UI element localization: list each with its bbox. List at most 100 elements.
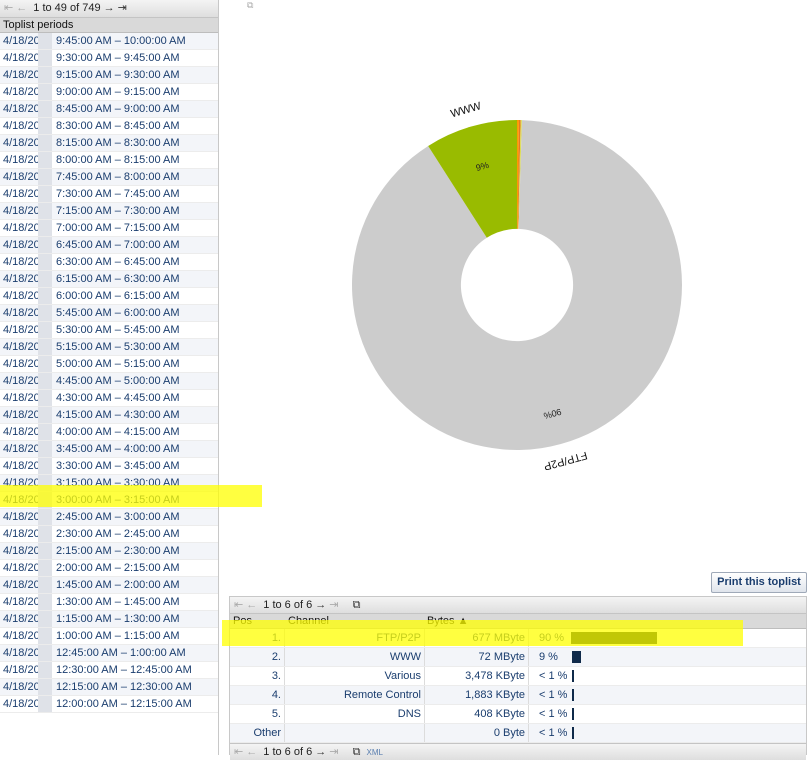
period-row[interactable]: 4/18/20 7:00:00 AM – 7:15:00 AM: [0, 220, 218, 237]
period-date: 4/18/20: [3, 188, 40, 200]
period-row[interactable]: 4/18/20 4:45:00 AM – 5:00:00 AM: [0, 373, 218, 390]
period-row[interactable]: 4/18/20 2:30:00 AM – 2:45:00 AM: [0, 526, 218, 543]
popout-icon[interactable]: ⧉: [353, 599, 361, 611]
period-row[interactable]: 4/18/20 9:30:00 AM – 9:45:00 AM: [0, 50, 218, 67]
period-row[interactable]: 4/18/20 8:30:00 AM – 8:45:00 AM: [0, 118, 218, 135]
period-row[interactable]: 4/18/20 6:45:00 AM – 7:00:00 AM: [0, 237, 218, 254]
period-row[interactable]: 4/18/20 4:00:00 AM – 4:15:00 AM: [0, 424, 218, 441]
popout-icon[interactable]: ⧉: [353, 746, 361, 758]
toplist-rows: 1.FTP/P2P677 MByte90 %2.WWW72 MByte9 %3.…: [230, 629, 806, 743]
toplist-range-text: 1 to 6 of 6: [263, 599, 313, 611]
period-time-range: 6:15:00 AM – 6:30:00 AM: [56, 273, 180, 285]
table-row[interactable]: Other 0 Byte < 1 %: [230, 724, 806, 743]
period-time-range: 6:45:00 AM – 7:00:00 AM: [56, 239, 180, 251]
period-row[interactable]: 4/18/20 2:00:00 AM – 2:15:00 AM: [0, 560, 218, 577]
period-date: 4/18/20: [3, 86, 40, 98]
period-row[interactable]: 4/18/20 9:00:00 AM – 9:15:00 AM: [0, 84, 218, 101]
pie-category-label: WWW: [449, 100, 483, 120]
next-page-icon[interactable]: →: [104, 2, 115, 14]
period-row[interactable]: 4/18/20 6:30:00 AM – 6:45:00 AM: [0, 254, 218, 271]
period-row[interactable]: 4/18/20 7:15:00 AM – 7:30:00 AM: [0, 203, 218, 220]
next-page-icon[interactable]: →: [315, 746, 326, 758]
period-time-range: 5:30:00 AM – 5:45:00 AM: [56, 324, 180, 336]
period-row[interactable]: 4/18/20 8:00:00 AM – 8:15:00 AM: [0, 152, 218, 169]
redaction-mask: [38, 220, 52, 236]
first-page-icon[interactable]: ⇤: [234, 599, 243, 611]
period-row[interactable]: 4/18/20 3:30:00 AM – 3:45:00 AM: [0, 458, 218, 475]
redaction-mask: [38, 441, 52, 457]
period-date: 4/18/20: [3, 664, 40, 676]
period-time-range: 8:00:00 AM – 8:15:00 AM: [56, 154, 180, 166]
prev-page-icon[interactable]: ←: [16, 2, 27, 14]
period-row[interactable]: 4/18/20 1:15:00 AM – 1:30:00 AM: [0, 611, 218, 628]
period-row[interactable]: 4/18/20 1:45:00 AM – 2:00:00 AM: [0, 577, 218, 594]
first-page-icon[interactable]: ⇤: [234, 746, 243, 758]
last-page-icon[interactable]: ⇥: [329, 599, 338, 611]
period-row[interactable]: 4/18/20 2:15:00 AM – 2:30:00 AM: [0, 543, 218, 560]
period-row[interactable]: 4/18/20 6:00:00 AM – 6:15:00 AM: [0, 288, 218, 305]
redaction-mask: [38, 577, 52, 593]
period-date: 4/18/20: [3, 409, 40, 421]
period-time-range: 7:00:00 AM – 7:15:00 AM: [56, 222, 180, 234]
last-page-icon[interactable]: ⇥: [118, 2, 127, 14]
period-time-range: 9:15:00 AM – 9:30:00 AM: [56, 69, 180, 81]
period-date: 4/18/20: [3, 579, 40, 591]
period-row[interactable]: 4/18/20 3:45:00 AM – 4:00:00 AM: [0, 441, 218, 458]
period-date: 4/18/20: [3, 171, 40, 183]
next-page-icon[interactable]: →: [315, 599, 326, 611]
period-row[interactable]: 4/18/20 7:45:00 AM – 8:00:00 AM: [0, 169, 218, 186]
period-row[interactable]: 4/18/20 5:45:00 AM – 6:00:00 AM: [0, 305, 218, 322]
period-time-range: 1:00:00 AM – 1:15:00 AM: [56, 630, 180, 642]
period-date: 4/18/20: [3, 205, 40, 217]
xml-export-link[interactable]: XML: [366, 748, 382, 757]
period-row[interactable]: 4/18/20 12:45:00 AM – 1:00:00 AM: [0, 645, 218, 662]
period-date: 4/18/20: [3, 290, 40, 302]
redaction-mask: [38, 237, 52, 253]
period-row[interactable]: 4/18/20 12:15:00 AM – 12:30:00 AM: [0, 679, 218, 696]
period-row[interactable]: 4/18/20 4:30:00 AM – 4:45:00 AM: [0, 390, 218, 407]
prev-page-icon[interactable]: ←: [246, 599, 257, 611]
last-page-icon[interactable]: ⇥: [329, 746, 338, 758]
first-page-icon[interactable]: ⇤: [4, 2, 13, 14]
table-row[interactable]: 5. DNS 408 KByte < 1 %: [230, 705, 806, 724]
period-time-range: 5:00:00 AM – 5:15:00 AM: [56, 358, 180, 370]
print-toplist-button[interactable]: Print this toplist: [711, 572, 807, 593]
popout-icon[interactable]: ⧉: [247, 0, 253, 11]
period-row[interactable]: 4/18/20 6:15:00 AM – 6:30:00 AM: [0, 271, 218, 288]
period-row[interactable]: 4/18/20 8:15:00 AM – 8:30:00 AM: [0, 135, 218, 152]
period-date: 4/18/20: [3, 647, 40, 659]
row-channel: DNS: [397, 708, 421, 720]
period-row[interactable]: 4/18/20 5:30:00 AM – 5:45:00 AM: [0, 322, 218, 339]
period-row[interactable]: 4/18/20 9:45:00 AM – 10:00:00 AM: [0, 33, 218, 50]
pie-category-label: FTP/P2P: [542, 449, 588, 472]
period-time-range: 4:15:00 AM – 4:30:00 AM: [56, 409, 180, 421]
period-row[interactable]: 4/18/20 1:30:00 AM – 1:45:00 AM: [0, 594, 218, 611]
period-date: 4/18/20: [3, 137, 40, 149]
table-row[interactable]: 3. Various 3,478 KByte < 1 %: [230, 667, 806, 686]
period-date: 4/18/20: [3, 239, 40, 251]
period-time-range: 9:30:00 AM – 9:45:00 AM: [56, 52, 180, 64]
period-row[interactable]: 4/18/20 5:00:00 AM – 5:15:00 AM: [0, 356, 218, 373]
prev-page-icon[interactable]: ←: [246, 746, 257, 758]
highlight-marker: [0, 485, 262, 507]
period-row[interactable]: 4/18/20 12:30:00 AM – 12:45:00 AM: [0, 662, 218, 679]
redaction-mask: [38, 407, 52, 423]
period-row[interactable]: 4/18/20 4:15:00 AM – 4:30:00 AM: [0, 407, 218, 424]
period-row[interactable]: 4/18/20 9:15:00 AM – 9:30:00 AM: [0, 67, 218, 84]
period-row[interactable]: 4/18/20 1:00:00 AM – 1:15:00 AM: [0, 628, 218, 645]
period-date: 4/18/20: [3, 324, 40, 336]
row-bytes: 72 MByte: [478, 651, 525, 663]
period-time-range: 3:45:00 AM – 4:00:00 AM: [56, 443, 180, 455]
period-row[interactable]: 4/18/20 5:15:00 AM – 5:30:00 AM: [0, 339, 218, 356]
period-date: 4/18/20: [3, 52, 40, 64]
table-row[interactable]: 2. WWW 72 MByte 9 %: [230, 648, 806, 667]
toplist-footer-pager: ⇤ ← 1 to 6 of 6 → ⇥ ⧉ XML: [230, 743, 806, 760]
period-time-range: 6:00:00 AM – 6:15:00 AM: [56, 290, 180, 302]
table-row[interactable]: 4. Remote Control 1,883 KByte < 1 %: [230, 686, 806, 705]
period-row[interactable]: 4/18/20 7:30:00 AM – 7:45:00 AM: [0, 186, 218, 203]
period-row[interactable]: 4/18/20 12:00:00 AM – 12:15:00 AM: [0, 696, 218, 713]
period-row[interactable]: 4/18/20 8:45:00 AM – 9:00:00 AM: [0, 101, 218, 118]
period-date: 4/18/20: [3, 460, 40, 472]
toplist-footer-range-text: 1 to 6 of 6: [263, 746, 313, 758]
period-row[interactable]: 4/18/20 2:45:00 AM – 3:00:00 AM: [0, 509, 218, 526]
